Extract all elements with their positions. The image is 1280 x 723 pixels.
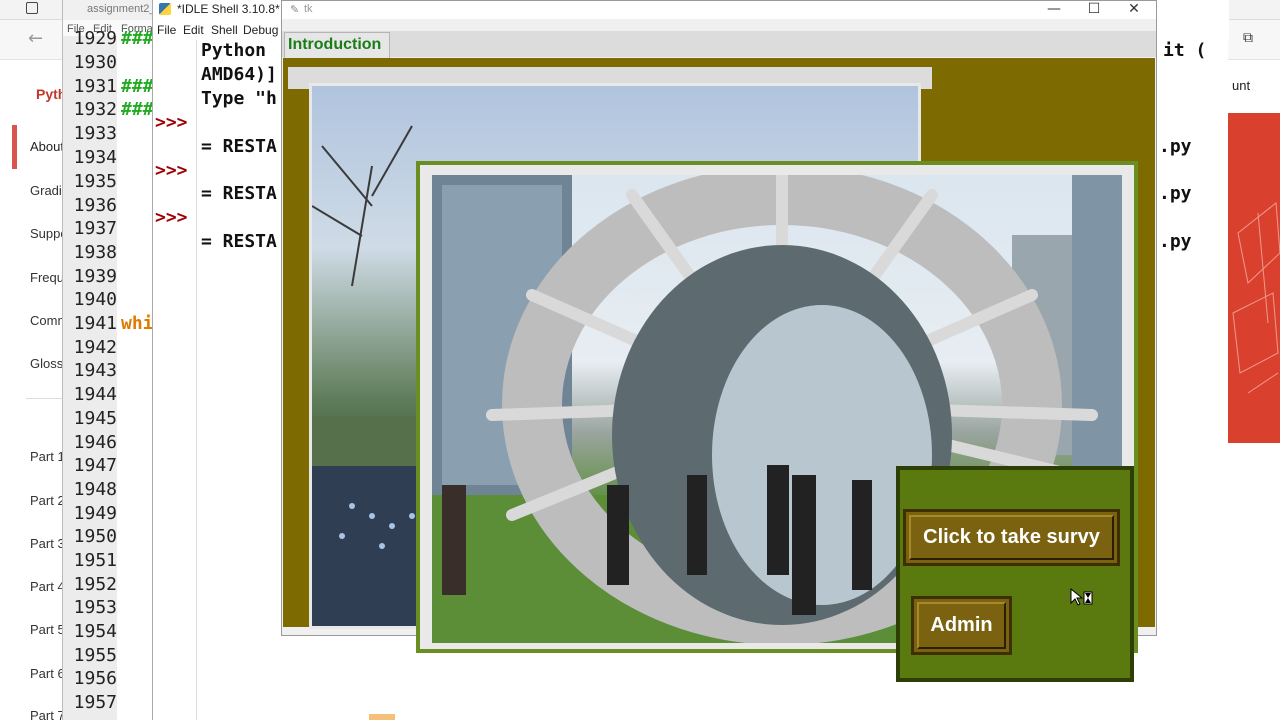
shell-line-tail[interactable]: .py — [1159, 136, 1192, 157]
line-number: 1945 — [73, 408, 117, 429]
line-number: 1956 — [73, 668, 117, 689]
shell-line-restart[interactable]: = RESTA — [201, 183, 277, 204]
tab-overview-icon[interactable] — [26, 2, 38, 14]
line-number: 1950 — [73, 526, 117, 547]
shell-prompt: >>> — [155, 112, 188, 133]
line-number: 1957 — [73, 692, 117, 713]
shell-line-tail[interactable]: .py — [1159, 231, 1192, 252]
shell-line-tail[interactable]: it ( — [1163, 40, 1206, 61]
python-icon — [159, 3, 171, 15]
taskbar-indicator — [369, 714, 395, 720]
sidebar-item-part-7[interactable]: Part 7 — [30, 708, 65, 723]
line-number: 1929 — [73, 28, 117, 49]
shell-menu-edit[interactable]: Edit — [183, 23, 204, 37]
take-survey-label: Click to take survy — [923, 526, 1100, 548]
line-number: 1943 — [73, 360, 117, 381]
line-number-gutter: 1929 1930 1931 1932 1933 1934 1935 1936 … — [63, 28, 117, 720]
sidebar-item-part-2[interactable]: Part 2 — [30, 493, 65, 508]
line-number: 1944 — [73, 384, 117, 405]
sidebar-item-part-3[interactable]: Part 3 — [30, 536, 65, 551]
line-number: 1938 — [73, 242, 117, 263]
line-number: 1939 — [73, 266, 117, 287]
line-number: 1947 — [73, 455, 117, 476]
shell-line-tail[interactable]: .py — [1159, 183, 1192, 204]
tk-title: tk — [304, 3, 313, 15]
prompt-gutter: >>> >>> >>> — [153, 40, 197, 720]
shell-line-help[interactable]: Type "h — [201, 88, 277, 109]
shell-prompt: >>> — [155, 207, 188, 228]
tk-window: ✎ tk — ☐ ✕ Introduction Click to take su… — [281, 0, 1157, 682]
line-number: 1952 — [73, 574, 117, 595]
shell-title: *IDLE Shell 3.10.8* — [177, 2, 280, 16]
shell-prompt: >>> — [155, 160, 188, 181]
shell-line-platform[interactable]: AMD64)] — [201, 64, 277, 85]
editor-title: assignment2_c — [87, 3, 161, 15]
tk-maximize-icon[interactable]: ☐ — [1074, 1, 1114, 19]
line-number: 1953 — [73, 597, 117, 618]
account-button[interactable]: unt — [1232, 78, 1280, 96]
shell-menu-debug[interactable]: Debug — [243, 23, 278, 37]
busy-cursor-icon — [1070, 588, 1093, 606]
line-number: 1946 — [73, 432, 117, 453]
admin-label: Admin — [930, 614, 993, 636]
shell-line-banner[interactable]: Python — [201, 40, 266, 61]
sketch-graphic — [1232, 202, 1280, 394]
line-number: 1930 — [73, 52, 117, 73]
shell-line-restart[interactable]: = RESTA — [201, 136, 277, 157]
line-number: 1934 — [73, 147, 117, 168]
shell-menu-shell[interactable]: Shell — [211, 23, 238, 37]
code-comment[interactable]: ### — [121, 99, 154, 120]
shell-line-restart[interactable]: = RESTA — [201, 231, 277, 252]
sidebar-divider — [26, 398, 62, 399]
sidebar-item-faq[interactable]: Frequ — [30, 270, 64, 285]
shell-menu-file[interactable]: File — [157, 23, 176, 37]
take-survey-button[interactable]: Click to take survy — [903, 509, 1120, 566]
feather-icon: ✎ — [290, 3, 300, 16]
active-indicator — [12, 125, 17, 169]
sidebar-item-glossary[interactable]: Gloss — [30, 356, 63, 371]
line-number: 1942 — [73, 337, 117, 358]
tk-titlebar: ✎ tk — ☐ ✕ — [282, 1, 1156, 19]
line-number: 1949 — [73, 503, 117, 524]
sidebar-item-part-6[interactable]: Part 6 — [30, 666, 65, 681]
line-number: 1948 — [73, 479, 117, 500]
admin-button[interactable]: Admin — [911, 596, 1012, 655]
line-number: 1941 — [73, 313, 117, 334]
tab-introduction[interactable]: Introduction — [284, 32, 390, 58]
back-arrow-icon[interactable]: ← — [28, 28, 43, 49]
sidebar-item-part-1[interactable]: Part 1 — [30, 449, 65, 464]
line-number: 1954 — [73, 621, 117, 642]
line-number: 1937 — [73, 218, 117, 239]
action-panel: Click to take survy Admin — [896, 466, 1134, 682]
collections-icon[interactable]: ⧉ — [1243, 30, 1253, 46]
sidebar-item-about[interactable]: About — [30, 139, 64, 154]
notebook-tabbar — [282, 31, 1156, 57]
intro-canvas: Click to take survy Admin — [283, 58, 1155, 682]
line-number: 1936 — [73, 195, 117, 216]
sidebar-item-part-4[interactable]: Part 4 — [30, 579, 65, 594]
line-number: 1951 — [73, 550, 117, 571]
code-comment[interactable]: ### — [121, 28, 154, 49]
line-number: 1940 — [73, 289, 117, 310]
sidebar-item-part-5[interactable]: Part 5 — [30, 622, 65, 637]
line-number: 1932 — [73, 99, 117, 120]
line-number: 1931 — [73, 76, 117, 97]
decorative-panel — [1228, 113, 1280, 443]
tk-close-icon[interactable]: ✕ — [1114, 1, 1154, 19]
line-number: 1955 — [73, 645, 117, 666]
tk-minimize-icon[interactable]: — — [1034, 1, 1074, 19]
line-number: 1935 — [73, 171, 117, 192]
code-keyword[interactable]: whi — [121, 313, 154, 334]
code-comment[interactable]: ### — [121, 76, 154, 97]
line-number: 1933 — [73, 123, 117, 144]
